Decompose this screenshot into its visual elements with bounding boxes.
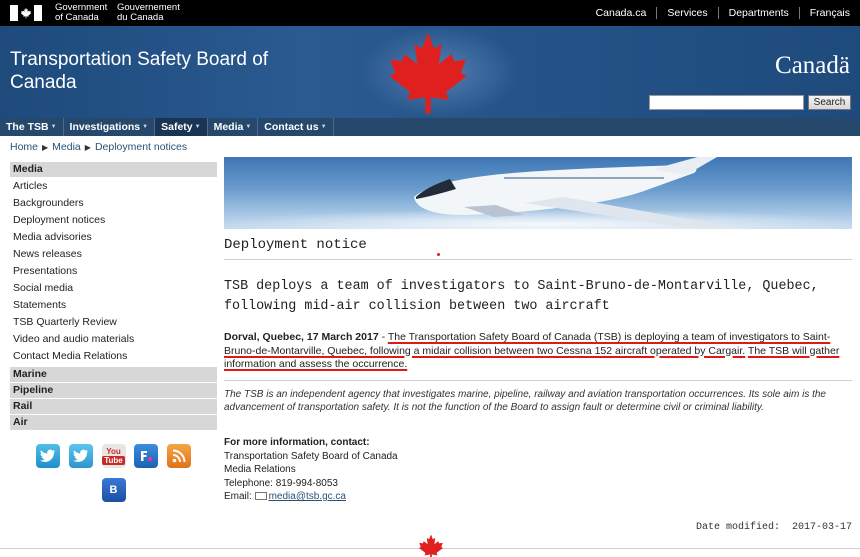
dateline: Dorval, Quebec, 17 March 2017 xyxy=(224,331,379,343)
headline: TSB deploys a team of investigators to S… xyxy=(224,279,819,314)
chevron-right-icon: ▶ xyxy=(84,142,91,152)
chevron-down-icon: ▼ xyxy=(142,124,149,130)
rss-icon[interactable] xyxy=(167,444,191,468)
youtube-label-top: You xyxy=(106,447,121,456)
contact-org: Transportation Safety Board of Canada xyxy=(224,450,398,462)
menu-safety[interactable]: Safety ▼ xyxy=(155,118,208,136)
search-button[interactable]: Search xyxy=(808,95,851,110)
blog-icon[interactable]: B xyxy=(101,478,126,502)
gov-en-line2: of Canada xyxy=(55,12,99,23)
lead-paragraph: Dorval, Quebec, 17 March 2017 - The Tran… xyxy=(224,331,852,372)
leftnav-item-quarterly-review[interactable]: TSB Quarterly Review xyxy=(10,314,217,331)
maple-leaf-icon xyxy=(389,32,467,114)
leftnav-item-contact-media[interactable]: Contact Media Relations xyxy=(10,348,217,365)
leftnav-item-social-media[interactable]: Social media xyxy=(10,280,217,297)
search-input[interactable] xyxy=(649,95,804,110)
social-icons: You Tube B xyxy=(10,444,217,502)
leftnav-item-media-advisories[interactable]: Media advisories xyxy=(10,229,217,246)
breadcrumb-home[interactable]: Home xyxy=(10,141,38,153)
menu-label: Safety xyxy=(161,121,193,133)
youtube-icon[interactable]: You Tube xyxy=(101,444,126,468)
site-title-line1: Transportation Safety Board of xyxy=(10,49,269,70)
flickr-icon[interactable] xyxy=(134,444,159,468)
chevron-down-icon: ▼ xyxy=(194,124,201,130)
fip-links: Canada.ca Services Departments Français xyxy=(586,0,860,26)
fip-bar: Government of Canada Gouvernement du Can… xyxy=(0,0,860,26)
contact-email-label: Email: xyxy=(224,491,252,502)
canada-wordmark: Canadä xyxy=(775,52,850,79)
leftnav-section-marine[interactable]: Marine xyxy=(10,367,217,382)
menu-investigations[interactable]: Investigations ▼ xyxy=(64,118,156,136)
link-canada-ca[interactable]: Canada.ca xyxy=(586,7,657,19)
envelope-icon xyxy=(254,492,267,501)
leftnav-item-backgrounders[interactable]: Backgrounders xyxy=(10,195,217,212)
about-tsb: The TSB is an independent agency that in… xyxy=(224,389,826,413)
gov-canada-en[interactable]: Government of Canada xyxy=(55,3,107,23)
contact-dept: Media Relations xyxy=(224,464,296,475)
chevron-down-icon: ▼ xyxy=(320,124,327,130)
date-modified-label: Date modified: xyxy=(695,522,780,533)
leftnav-item-statements[interactable]: Statements xyxy=(10,297,217,314)
contact-heading: For more information, contact: xyxy=(224,437,370,448)
leftnav-item-video-audio[interactable]: Video and audio materials xyxy=(10,331,217,348)
divider xyxy=(224,380,852,381)
menu-contact-us[interactable]: Contact us ▼ xyxy=(258,118,334,136)
page-title: Deployment notice xyxy=(224,237,367,253)
leftnav-item-news-releases[interactable]: News releases xyxy=(10,246,217,263)
site-title[interactable]: Transportation Safety Board of Canada xyxy=(10,48,268,94)
youtube-label-bottom: Tube xyxy=(102,456,125,465)
leftnav-section-rail[interactable]: Rail xyxy=(10,399,217,414)
breadcrumb-deployment-notices[interactable]: Deployment notices xyxy=(95,141,187,153)
link-services[interactable]: Services xyxy=(656,7,717,19)
menu-label: Media xyxy=(213,121,244,133)
leftnav-section-air[interactable]: Air xyxy=(10,415,217,430)
twitter-alt-icon[interactable] xyxy=(68,444,93,468)
divider xyxy=(224,259,852,260)
canada-flag-icon xyxy=(10,5,42,21)
leftnav-item-presentations[interactable]: Presentations xyxy=(10,263,217,280)
site-title-line2: Canada xyxy=(10,72,77,93)
menu-label: Investigations xyxy=(69,121,141,133)
chevron-down-icon: ▼ xyxy=(245,124,252,130)
menu-the-tsb[interactable]: The TSB ▼ xyxy=(0,118,64,136)
contact-phone: Telephone: 819-994-8053 xyxy=(224,477,338,489)
twitter-icon[interactable] xyxy=(36,444,60,468)
gov-canada-fr[interactable]: Gouvernement du Canada xyxy=(117,3,180,23)
breadcrumb-media[interactable]: Media xyxy=(52,141,81,153)
chevron-down-icon: ▼ xyxy=(50,124,57,130)
maple-leaf-icon xyxy=(418,534,444,557)
hero-airplane-image xyxy=(224,157,852,229)
leftnav-section-media[interactable]: Media xyxy=(10,162,217,177)
contact-email-link[interactable]: media@tsb.gc.ca xyxy=(269,491,346,502)
menu-media[interactable]: Media ▼ xyxy=(208,118,259,136)
date-modified: Date modified: 2017-03-17 xyxy=(696,522,852,533)
dateline-dash: - xyxy=(378,331,388,343)
main-menu: The TSB ▼ Investigations ▼ Safety ▼ Media ▼ … xyxy=(0,118,860,136)
link-francais[interactable]: Français xyxy=(798,7,860,19)
date-modified-value: 2017-03-17 xyxy=(791,522,852,533)
chevron-right-icon: ▶ xyxy=(42,142,49,152)
marker-dot xyxy=(437,253,440,256)
link-departments[interactable]: Departments xyxy=(717,7,799,19)
left-nav: Media Articles Backgrounders Deployment … xyxy=(10,162,217,431)
menu-label: Contact us xyxy=(264,121,319,133)
menu-label: The TSB xyxy=(6,121,49,133)
contact-block: For more information, contact: Transport… xyxy=(224,436,398,504)
leftnav-section-pipeline[interactable]: Pipeline xyxy=(10,383,217,398)
leftnav-item-deployment-notices[interactable]: Deployment notices xyxy=(10,212,217,229)
leftnav-item-articles[interactable]: Articles xyxy=(10,178,217,195)
breadcrumb: Home ▶ Media ▶ Deployment notices xyxy=(10,141,187,153)
contact-email-row: Email: media@tsb.gc.ca xyxy=(224,490,398,504)
gov-fr-line2: du Canada xyxy=(117,12,164,23)
